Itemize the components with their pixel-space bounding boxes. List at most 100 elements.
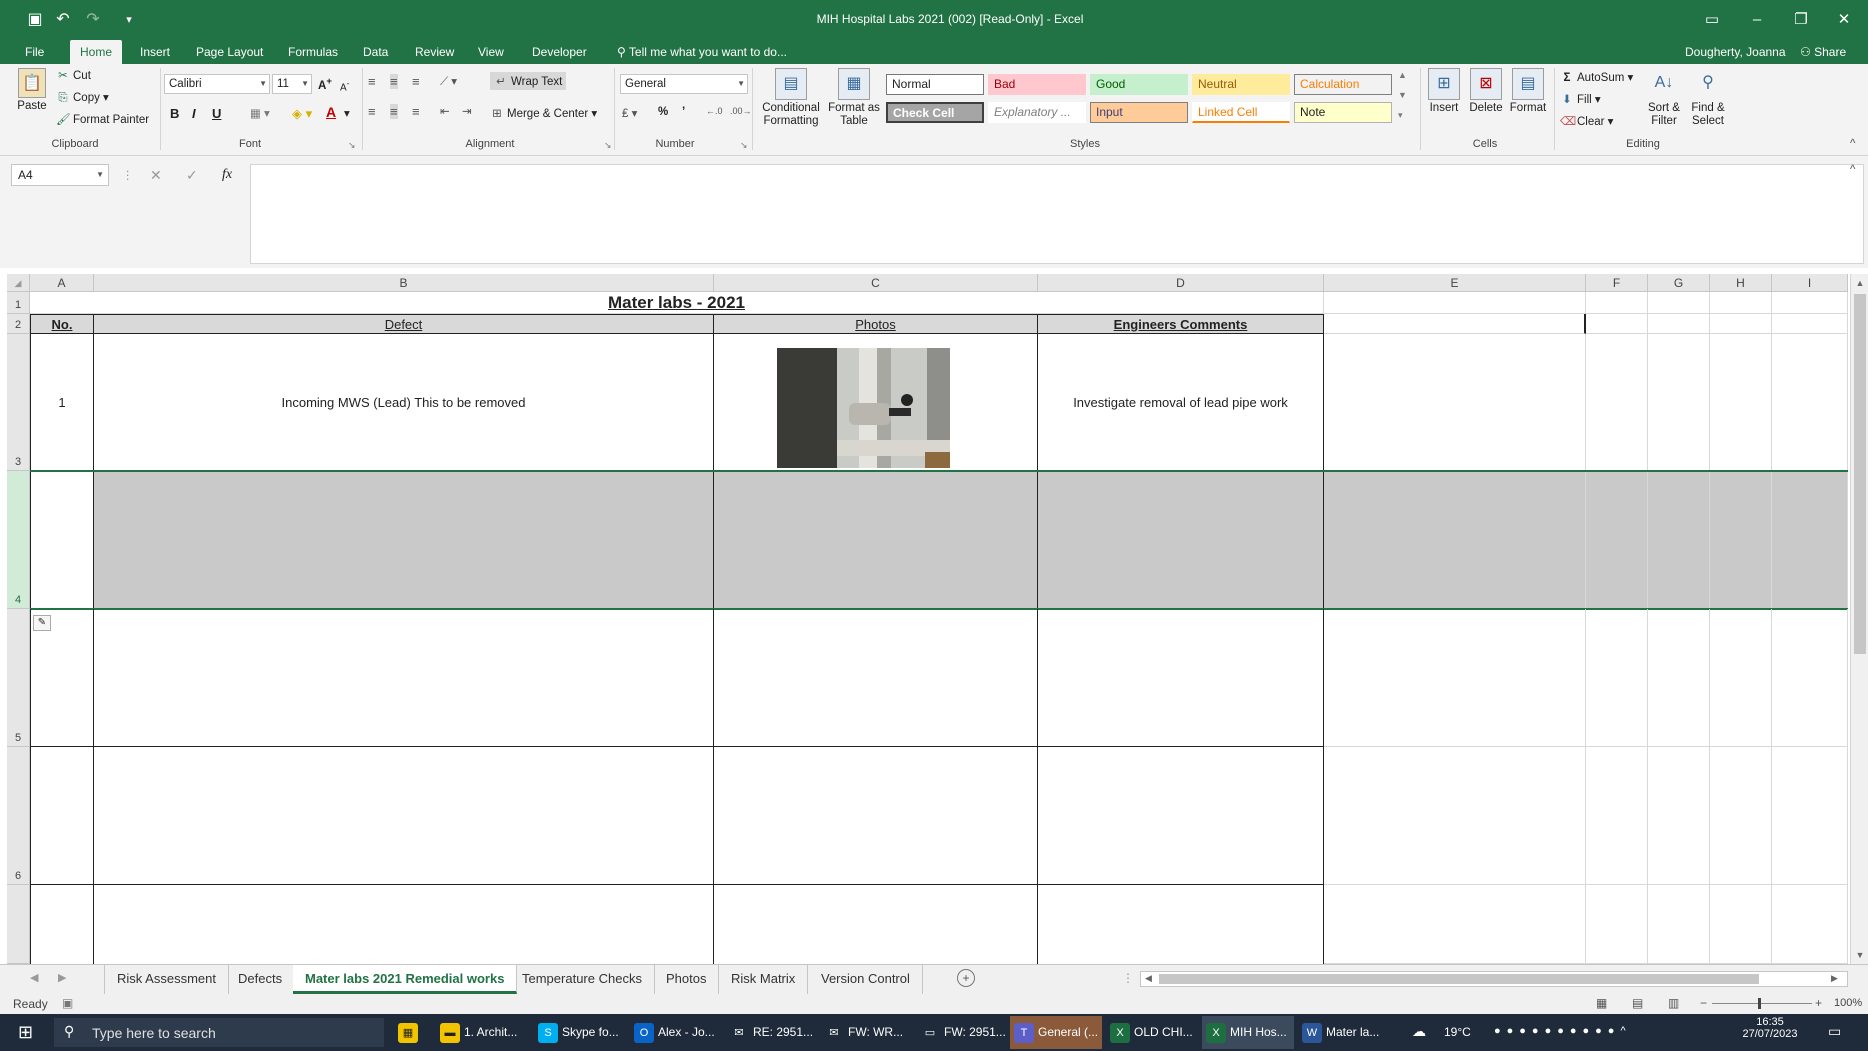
cell-e3[interactable]: [1324, 334, 1586, 471]
formula-input[interactable]: [250, 164, 1864, 264]
cell-i4[interactable]: [1772, 471, 1848, 609]
column-header-c[interactable]: C: [714, 274, 1038, 292]
cell-c5[interactable]: [714, 609, 1038, 747]
normal-view-icon[interactable]: ▦: [1596, 996, 1607, 1010]
increase-decimal-icon[interactable]: ←.0: [706, 106, 723, 116]
taskbar-email-3[interactable]: ▭ FW: 2951...: [916, 1016, 1006, 1049]
row-header-1[interactable]: 1: [7, 292, 30, 314]
column-header-e[interactable]: E: [1324, 274, 1586, 292]
increase-font-icon[interactable]: A+: [318, 76, 332, 92]
ribbon-display-icon[interactable]: ▭: [1695, 8, 1729, 32]
format-as-table-button[interactable]: ▦ Format as Table: [826, 68, 882, 128]
tab-developer[interactable]: Developer: [522, 40, 597, 64]
row-header-2[interactable]: 2: [7, 314, 30, 334]
cell-d6[interactable]: [1038, 747, 1324, 885]
pipe-photo[interactable]: [777, 348, 950, 468]
borders-icon[interactable]: ▦ ▾: [250, 106, 270, 120]
cell-h3[interactable]: [1710, 334, 1772, 471]
cell-defect-1[interactable]: Incoming MWS (Lead) This to be removed: [94, 334, 714, 471]
add-sheet-icon[interactable]: +: [957, 969, 975, 987]
tab-page-layout[interactable]: Page Layout: [186, 40, 273, 64]
cell-h2[interactable]: [1710, 314, 1772, 334]
cell-style-explanatory[interactable]: Explanatory ...: [988, 102, 1086, 123]
tell-me-box[interactable]: ⚲ Tell me what you want to do...: [607, 40, 797, 64]
delete-cells-button[interactable]: ⊠ Delete: [1466, 68, 1506, 115]
horizontal-scroll-thumb[interactable]: [1159, 974, 1759, 984]
cell-g3[interactable]: [1648, 334, 1710, 471]
taskbar-excel-active[interactable]: X MIH Hos...: [1202, 1016, 1294, 1049]
sheet-tab-risk-assessment[interactable]: Risk Assessment: [104, 965, 229, 994]
cell-e4[interactable]: [1324, 471, 1586, 609]
gallery-more-icon[interactable]: ▾: [1398, 110, 1403, 121]
align-bottom-icon[interactable]: ≡: [412, 74, 420, 89]
weather-temp[interactable]: 19°C: [1444, 1025, 1471, 1039]
format-painter-button[interactable]: 🖌 Format Painter: [56, 112, 149, 126]
sheet-tab-mater-labs-remedial[interactable]: Mater labs 2021 Remedial works: [293, 965, 518, 994]
merge-center-button[interactable]: ⊞ Merge & Center ▾: [490, 106, 597, 120]
cell-h7[interactable]: [1710, 885, 1772, 964]
align-center-icon[interactable]: ≡: [390, 104, 398, 119]
copy-button[interactable]: ⎘ Copy ▾: [56, 90, 108, 105]
cell-f4[interactable]: [1586, 471, 1648, 609]
align-left-icon[interactable]: ≡: [368, 104, 376, 119]
sheet-tab-risk-matrix[interactable]: Risk Matrix: [719, 965, 809, 994]
cell-i5[interactable]: [1772, 609, 1848, 747]
taskbar-search-box[interactable]: ⚲ Type here to search: [54, 1018, 384, 1047]
cell-a6[interactable]: [30, 747, 94, 885]
autosum-button[interactable]: Σ AutoSum ▾: [1560, 70, 1634, 84]
column-header-a[interactable]: A: [30, 274, 94, 292]
tab-view[interactable]: View: [468, 40, 514, 64]
sheet-title-cell[interactable]: Mater labs - 2021: [30, 292, 1324, 314]
customize-qat-icon[interactable]: ▾: [118, 9, 140, 31]
column-header-h[interactable]: H: [1710, 274, 1772, 292]
gallery-up-icon[interactable]: ▲: [1398, 70, 1407, 80]
row-header-7[interactable]: [7, 885, 30, 964]
taskbar-email-1[interactable]: ✉ RE: 2951...: [725, 1016, 815, 1049]
cell-b6[interactable]: [94, 747, 714, 885]
increase-indent-icon[interactable]: ⇥: [462, 104, 472, 118]
cut-button[interactable]: ✂ Cut: [56, 68, 91, 82]
cell-style-calculation[interactable]: Calculation: [1294, 74, 1392, 95]
taskbar-word[interactable]: W Mater la...: [1298, 1016, 1388, 1049]
scroll-down-icon[interactable]: ▼: [1853, 950, 1867, 960]
page-break-view-icon[interactable]: ▥: [1668, 996, 1679, 1010]
tab-split-icon[interactable]: ⋮: [1122, 971, 1134, 985]
worksheet-grid[interactable]: ◢ A B C D E F G H I 1 2 3 4 5 6 Mater la…: [0, 274, 1868, 964]
row-header-5[interactable]: 5: [7, 609, 30, 747]
macro-record-icon[interactable]: ▣: [62, 996, 73, 1010]
cell-c7[interactable]: [714, 885, 1038, 964]
next-sheet-icon[interactable]: ▶: [58, 971, 66, 984]
cell-i7[interactable]: [1772, 885, 1848, 964]
cell-a4[interactable]: [30, 471, 94, 609]
align-middle-icon[interactable]: ≡: [390, 74, 398, 89]
number-format-combo[interactable]: General ▼: [620, 74, 748, 94]
cell-g6[interactable]: [1648, 747, 1710, 885]
cell-e1[interactable]: [1324, 292, 1586, 314]
italic-button[interactable]: I: [192, 106, 196, 121]
gallery-down-icon[interactable]: ▼: [1398, 90, 1407, 100]
fill-button[interactable]: ⬇ Fill ▾: [1560, 92, 1601, 106]
save-icon[interactable]: ▣: [24, 9, 46, 31]
cell-e7[interactable]: [1324, 885, 1586, 964]
cell-h5[interactable]: [1710, 609, 1772, 747]
tray-icons[interactable]: ●●●●●●●●●●^: [1494, 1025, 1632, 1037]
dialog-launcher-icon[interactable]: ↘: [348, 140, 356, 151]
sheet-tab-temperature-checks[interactable]: Temperature Checks: [510, 965, 655, 994]
select-all-corner[interactable]: ◢: [7, 274, 30, 292]
sort-filter-button[interactable]: A↓ Sort & Filter: [1644, 68, 1684, 128]
header-no[interactable]: No.: [30, 314, 94, 334]
font-color-icon[interactable]: A: [326, 104, 336, 120]
tab-data[interactable]: Data: [353, 40, 398, 64]
decrease-font-icon[interactable]: A-: [340, 78, 349, 93]
taskbar-outlook[interactable]: O Alex - Jo...: [630, 1016, 720, 1049]
close-button[interactable]: ✕: [1827, 8, 1861, 32]
undo-icon[interactable]: ↶: [52, 9, 74, 31]
cell-c4[interactable]: [714, 471, 1038, 609]
cell-d5[interactable]: [1038, 609, 1324, 747]
cell-f5[interactable]: [1586, 609, 1648, 747]
row-header-4[interactable]: 4: [7, 471, 30, 609]
cell-i6[interactable]: [1772, 747, 1848, 885]
cell-a7[interactable]: [30, 885, 94, 964]
insert-cells-button[interactable]: ⊞ Insert: [1424, 68, 1464, 115]
scroll-right-icon[interactable]: ▶: [1831, 973, 1838, 984]
